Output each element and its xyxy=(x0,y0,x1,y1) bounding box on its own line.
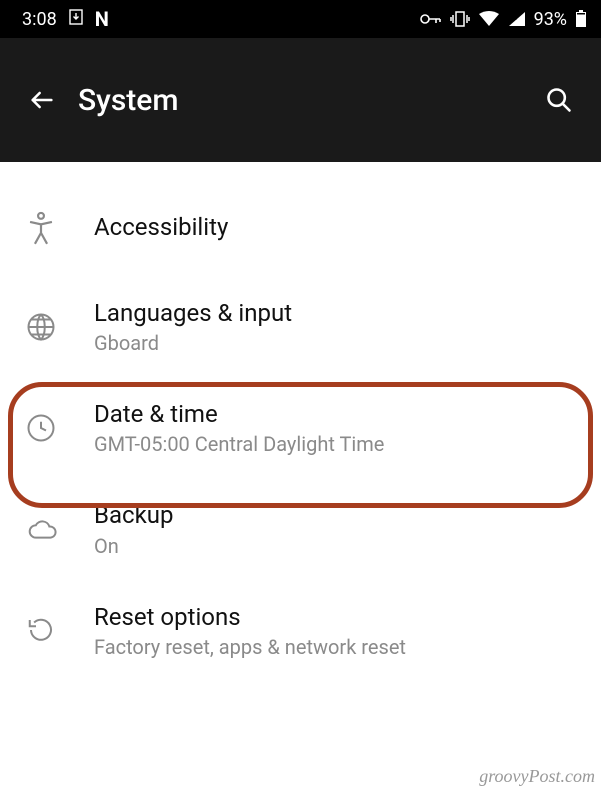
row-title: Accessibility xyxy=(94,212,583,243)
key-icon xyxy=(420,12,442,26)
row-backup[interactable]: Backup On xyxy=(0,478,601,579)
row-title: Languages & input xyxy=(94,298,583,329)
watermark: groovyPost.com xyxy=(479,766,595,787)
row-title: Reset options xyxy=(94,602,583,633)
accessibility-icon xyxy=(18,211,82,245)
row-date-time[interactable]: Date & time GMT-05:00 Central Daylight T… xyxy=(0,377,601,478)
row-subtitle: GMT-05:00 Central Daylight Time xyxy=(94,432,583,456)
back-button[interactable] xyxy=(18,76,66,124)
row-title: Date & time xyxy=(94,399,583,430)
page-title: System xyxy=(78,83,179,118)
battery-percent: 93% xyxy=(534,9,567,30)
svg-text:x: x xyxy=(512,13,517,23)
search-icon xyxy=(545,86,573,114)
cloud-icon xyxy=(18,517,82,541)
download-icon xyxy=(69,9,83,30)
row-reset-options[interactable]: Reset options Factory reset, apps & netw… xyxy=(0,580,601,681)
vibrate-icon xyxy=(450,10,470,28)
row-subtitle: Gboard xyxy=(94,331,583,355)
arrow-left-icon xyxy=(28,86,56,114)
row-accessibility[interactable]: Accessibility xyxy=(0,180,601,276)
settings-list: Accessibility Languages & input Gboard D… xyxy=(0,162,601,681)
reset-icon xyxy=(18,615,82,645)
netflix-icon: N xyxy=(95,7,108,31)
signal-icon: x xyxy=(508,11,526,27)
search-button[interactable] xyxy=(535,76,583,124)
app-bar: System xyxy=(0,38,601,162)
row-title: Backup xyxy=(94,500,583,531)
status-bar: 3:08 N x 93% xyxy=(0,0,601,38)
wifi-icon xyxy=(478,11,500,27)
row-subtitle: Factory reset, apps & network reset xyxy=(94,635,583,659)
row-languages[interactable]: Languages & input Gboard xyxy=(0,276,601,377)
battery-icon xyxy=(575,10,587,28)
status-time: 3:08 xyxy=(22,9,57,30)
row-subtitle: On xyxy=(94,534,583,558)
clock-icon xyxy=(18,413,82,443)
globe-icon xyxy=(18,312,82,342)
